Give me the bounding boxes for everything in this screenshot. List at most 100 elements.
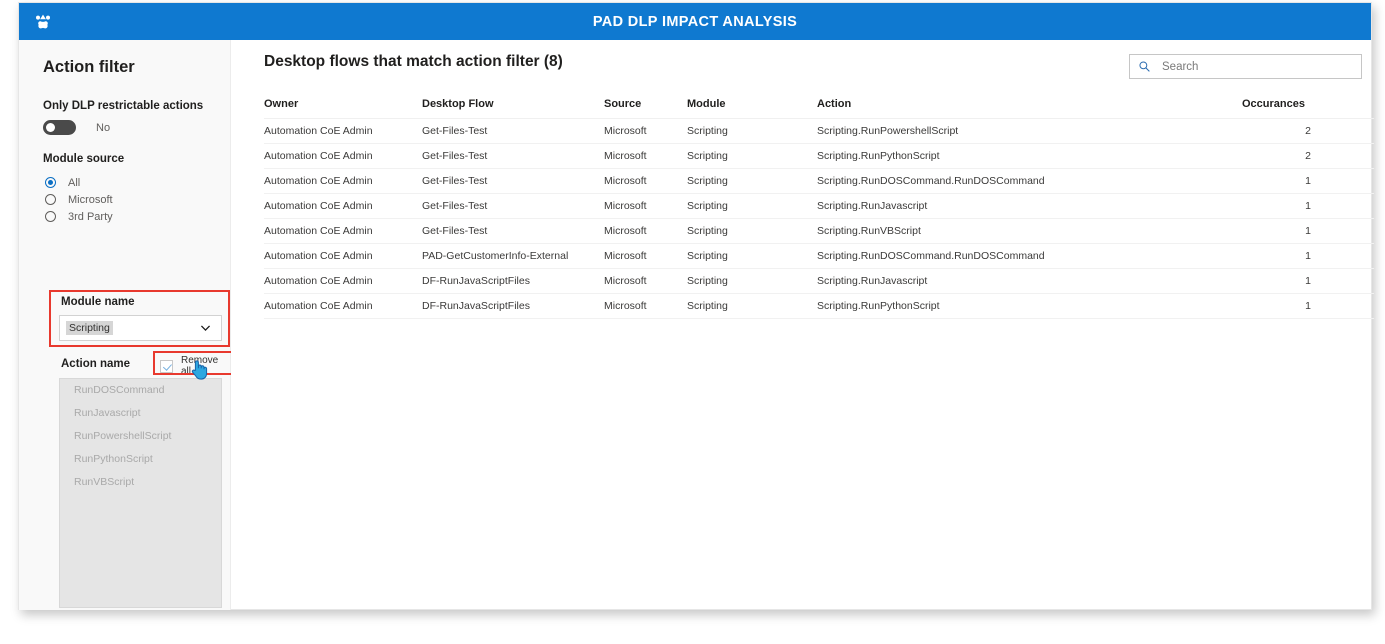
cell-occurances: 1 <box>1242 193 1374 219</box>
sidebar-heading: Action filter <box>43 58 135 76</box>
table-row[interactable]: Automation CoE Admin Get-Files-Test Micr… <box>264 168 1374 194</box>
table-row[interactable]: Automation CoE Admin Get-Files-Test Micr… <box>264 218 1374 244</box>
radio-label: Microsoft <box>68 193 113 206</box>
table-row[interactable]: Automation CoE Admin DF-RunJavaScriptFil… <box>264 268 1374 294</box>
list-item[interactable]: RunPowershellScript <box>60 425 221 448</box>
cell-desktop-flow[interactable]: DF-RunJavaScriptFiles <box>422 268 604 294</box>
table-row[interactable]: Automation CoE Admin DF-RunJavaScriptFil… <box>264 293 1374 319</box>
list-item[interactable]: RunPythonScript <box>60 448 221 471</box>
cell-owner[interactable]: Automation CoE Admin <box>264 243 422 269</box>
cell-desktop-flow[interactable]: Get-Files-Test <box>422 193 604 219</box>
cell-owner[interactable]: Automation CoE Admin <box>264 143 422 169</box>
search-input[interactable] <box>1160 59 1344 74</box>
table-header-row: Owner Desktop Flow Source Module Action … <box>264 95 1374 119</box>
cell-action: Scripting.RunVBScript <box>817 218 1242 244</box>
radio-label: All <box>68 176 81 189</box>
main-panel: Desktop flows that match action filter (… <box>231 40 1374 609</box>
cell-action: Scripting.RunJavascript <box>817 193 1242 219</box>
dlp-toggle-value: No <box>96 121 111 134</box>
title-bar: PAD DLP IMPACT ANALYSIS <box>19 3 1371 40</box>
radio-label: 3rd Party <box>68 210 113 223</box>
cell-desktop-flow[interactable]: Get-Files-Test <box>422 143 604 169</box>
cell-owner[interactable]: Automation CoE Admin <box>264 118 422 144</box>
module-source-label: Module source <box>43 153 125 165</box>
action-name-label: Action name <box>61 358 131 370</box>
table-row[interactable]: Automation CoE Admin Get-Files-Test Micr… <box>264 143 1374 169</box>
cell-source: Microsoft <box>604 293 687 319</box>
remove-all-label: Remove all <box>181 355 219 377</box>
column-header-action[interactable]: Action <box>817 95 1242 119</box>
table-row[interactable]: Automation CoE Admin Get-Files-Test Micr… <box>264 193 1374 219</box>
search-box[interactable] <box>1129 54 1362 79</box>
cell-source: Microsoft <box>604 243 687 269</box>
list-item[interactable]: RunJavascript <box>60 402 221 425</box>
chevron-down-icon[interactable] <box>199 322 212 335</box>
cell-occurances: 1 <box>1242 293 1374 319</box>
cell-module: Scripting <box>687 293 817 319</box>
app-title: PAD DLP IMPACT ANALYSIS <box>592 13 798 30</box>
cell-owner[interactable]: Automation CoE Admin <box>264 268 422 294</box>
cell-desktop-flow[interactable]: Get-Files-Test <box>422 168 604 194</box>
radio-module-source-microsoft[interactable]: Microsoft <box>45 191 113 208</box>
remove-all-row[interactable]: Remove all <box>160 355 230 377</box>
search-icon <box>1138 60 1151 73</box>
cell-occurances: 1 <box>1242 268 1374 294</box>
dlp-toggle-row[interactable]: No <box>43 120 110 135</box>
cell-desktop-flow[interactable]: Get-Files-Test <box>422 118 604 144</box>
cell-occurances: 2 <box>1242 143 1374 169</box>
list-item[interactable]: RunVBScript <box>60 471 221 494</box>
dlp-restrictable-toggle[interactable] <box>43 120 76 135</box>
cell-source: Microsoft <box>604 143 687 169</box>
table-row[interactable]: Automation CoE Admin PAD-GetCustomerInfo… <box>264 243 1374 269</box>
module-name-dropdown[interactable]: Scripting <box>59 315 222 341</box>
page-title: Desktop flows that match action filter (… <box>264 53 563 70</box>
cell-owner[interactable]: Automation CoE Admin <box>264 293 422 319</box>
cell-source: Microsoft <box>604 268 687 294</box>
action-name-list[interactable]: RunDOSCommand RunJavascript RunPowershel… <box>59 378 222 608</box>
desktop-flows-table: Owner Desktop Flow Source Module Action … <box>264 95 1374 319</box>
radio-icon <box>45 177 56 188</box>
cell-module: Scripting <box>687 143 817 169</box>
column-header-desktop-flow[interactable]: Desktop Flow <box>422 95 604 119</box>
cell-desktop-flow[interactable]: DF-RunJavaScriptFiles <box>422 293 604 319</box>
cell-module: Scripting <box>687 268 817 294</box>
cell-occurances: 1 <box>1242 168 1374 194</box>
list-item[interactable]: RunDOSCommand <box>60 379 221 402</box>
column-header-occurances[interactable]: Occurances <box>1242 95 1374 119</box>
cell-owner[interactable]: Automation CoE Admin <box>264 193 422 219</box>
dlp-toggle-label: Only DLP restrictable actions <box>43 100 204 112</box>
toggle-knob <box>46 123 55 132</box>
cell-action: Scripting.RunDOSCommand.RunDOSCommand <box>817 243 1242 269</box>
module-name-label: Module name <box>61 296 135 308</box>
table-body: Automation CoE Admin Get-Files-Test Micr… <box>264 118 1374 319</box>
cell-module: Scripting <box>687 218 817 244</box>
module-source-radio-group: All Microsoft 3rd Party <box>45 174 113 225</box>
cell-action: Scripting.RunPowershellScript <box>817 118 1242 144</box>
cell-source: Microsoft <box>604 168 687 194</box>
sidebar-action-filter: Action filter Only DLP restrictable acti… <box>19 40 245 610</box>
cell-occurances: 1 <box>1242 218 1374 244</box>
cell-action: Scripting.RunPythonScript <box>817 293 1242 319</box>
cell-source: Microsoft <box>604 193 687 219</box>
table-row[interactable]: Automation CoE Admin Get-Files-Test Micr… <box>264 118 1374 144</box>
cell-module: Scripting <box>687 193 817 219</box>
remove-all-checkbox[interactable] <box>160 359 173 373</box>
radio-icon <box>45 211 56 222</box>
cell-source: Microsoft <box>604 218 687 244</box>
radio-icon <box>45 194 56 205</box>
cell-desktop-flow[interactable]: PAD-GetCustomerInfo-External <box>422 243 604 269</box>
cell-occurances: 2 <box>1242 118 1374 144</box>
radio-module-source-3rd-party[interactable]: 3rd Party <box>45 208 113 225</box>
column-header-owner[interactable]: Owner <box>264 95 422 119</box>
cell-source: Microsoft <box>604 118 687 144</box>
cell-action: Scripting.RunDOSCommand.RunDOSCommand <box>817 168 1242 194</box>
screenshot-root: PAD DLP IMPACT ANALYSIS Action filter On… <box>0 0 1385 644</box>
cell-module: Scripting <box>687 168 817 194</box>
cell-owner[interactable]: Automation CoE Admin <box>264 168 422 194</box>
column-header-source[interactable]: Source <box>604 95 687 119</box>
cell-owner[interactable]: Automation CoE Admin <box>264 218 422 244</box>
radio-module-source-all[interactable]: All <box>45 174 113 191</box>
cell-desktop-flow[interactable]: Get-Files-Test <box>422 218 604 244</box>
column-header-module[interactable]: Module <box>687 95 817 119</box>
app-window: PAD DLP IMPACT ANALYSIS Action filter On… <box>18 2 1374 610</box>
